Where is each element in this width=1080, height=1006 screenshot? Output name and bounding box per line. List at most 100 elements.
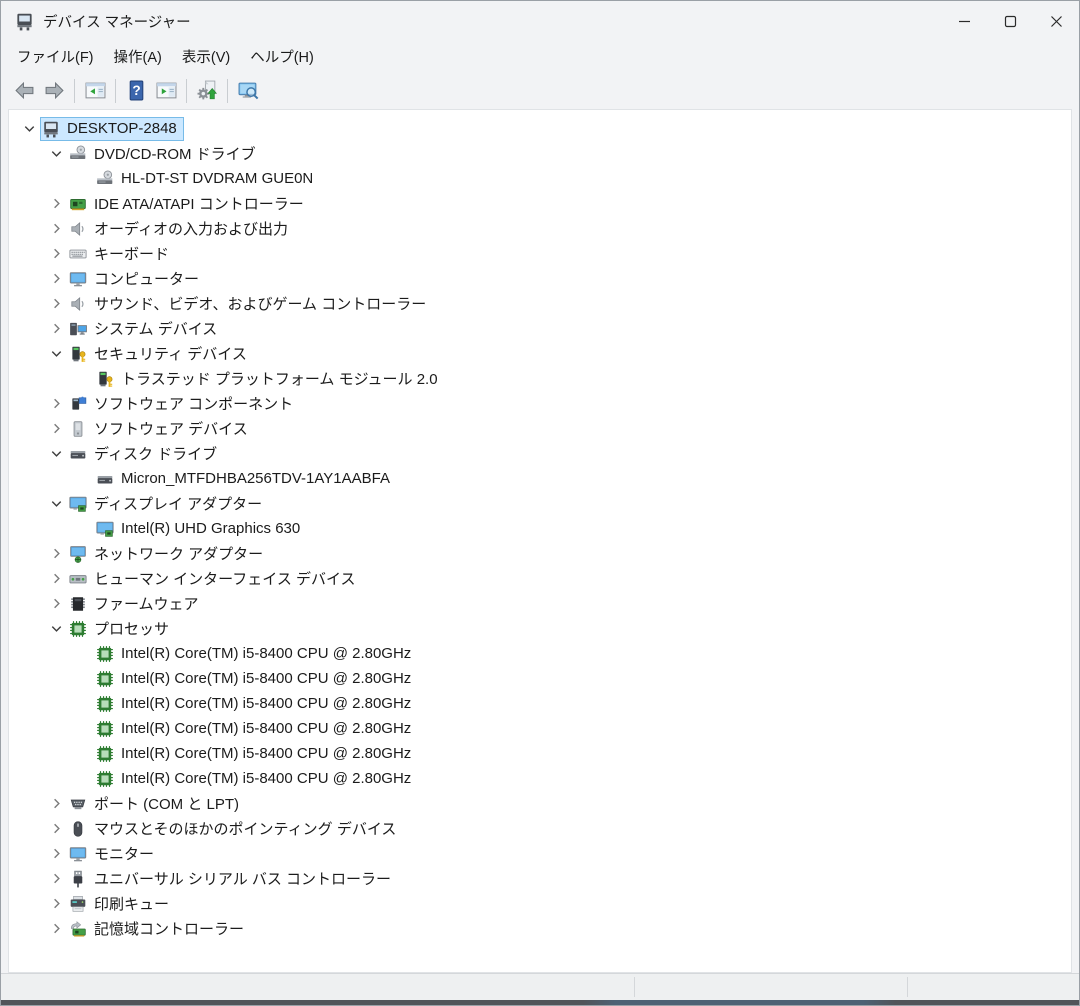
chevron-right-icon[interactable]: [44, 416, 68, 441]
tree-item[interactable]: ディスク ドライブ: [68, 443, 223, 465]
chevron-right-icon[interactable]: [44, 191, 68, 216]
tree-row[interactable]: Intel(R) Core(TM) i5-8400 CPU @ 2.80GHz: [9, 666, 1071, 691]
menu-action[interactable]: 操作(A): [104, 43, 172, 70]
console-tree-button[interactable]: [80, 77, 110, 105]
tree-row[interactable]: ファームウェア: [9, 591, 1071, 616]
chevron-right-icon[interactable]: [44, 566, 68, 591]
chevron-right-icon[interactable]: [44, 216, 68, 241]
tree-row[interactable]: ポート (COM と LPT): [9, 791, 1071, 816]
tree-item[interactable]: マウスとそのほかのポインティング デバイス: [68, 818, 402, 840]
tree-item[interactable]: キーボード: [68, 243, 175, 265]
tree-item[interactable]: トラステッド プラットフォーム モジュール 2.0: [95, 368, 444, 390]
tree-row[interactable]: IDE ATA/ATAPI コントローラー: [9, 191, 1071, 216]
tree-row[interactable]: Intel(R) UHD Graphics 630: [9, 516, 1071, 541]
tree-row[interactable]: Intel(R) Core(TM) i5-8400 CPU @ 2.80GHz: [9, 766, 1071, 791]
tree-row[interactable]: ソフトウェア コンポーネント: [9, 391, 1071, 416]
chevron-down-icon[interactable]: [44, 491, 68, 516]
menu-help[interactable]: ヘルプ(H): [240, 43, 324, 70]
tree-item[interactable]: Intel(R) Core(TM) i5-8400 CPU @ 2.80GHz: [95, 668, 417, 690]
tree-row[interactable]: キーボード: [9, 241, 1071, 266]
tree-item[interactable]: Intel(R) UHD Graphics 630: [95, 518, 306, 540]
chevron-right-icon[interactable]: [44, 866, 68, 891]
tree-row[interactable]: ディスク ドライブ: [9, 441, 1071, 466]
tree-item[interactable]: ユニバーサル シリアル バス コントローラー: [68, 868, 397, 890]
tree-item[interactable]: プロセッサ: [68, 618, 175, 640]
menu-file[interactable]: ファイル(F): [7, 43, 104, 70]
tree-item[interactable]: ソフトウェア コンポーネント: [68, 393, 299, 415]
tree-item[interactable]: サウンド、ビデオ、およびゲーム コントローラー: [68, 293, 432, 315]
chevron-right-icon[interactable]: [44, 841, 68, 866]
chevron-right-icon[interactable]: [44, 591, 68, 616]
tree-item[interactable]: ポート (COM と LPT): [68, 793, 245, 815]
chevron-down-icon[interactable]: [44, 341, 68, 366]
scan-hardware-changes-button[interactable]: [192, 77, 222, 105]
chevron-right-icon[interactable]: [44, 816, 68, 841]
tree-item[interactable]: ファームウェア: [68, 593, 205, 615]
chevron-right-icon[interactable]: [44, 316, 68, 341]
tree-item[interactable]: Intel(R) Core(TM) i5-8400 CPU @ 2.80GHz: [95, 718, 417, 740]
tree-item[interactable]: 記憶域コントローラー: [68, 918, 250, 940]
tree-row[interactable]: サウンド、ビデオ、およびゲーム コントローラー: [9, 291, 1071, 316]
tree-item-selected[interactable]: DESKTOP-2848: [40, 116, 184, 141]
tree-item[interactable]: ソフトウェア デバイス: [68, 418, 254, 440]
tree-row[interactable]: ヒューマン インターフェイス デバイス: [9, 566, 1071, 591]
tree-row[interactable]: ディスプレイ アダプター: [9, 491, 1071, 516]
tree-item[interactable]: ヒューマン インターフェイス デバイス: [68, 568, 362, 590]
tree-item[interactable]: Intel(R) Core(TM) i5-8400 CPU @ 2.80GHz: [95, 743, 417, 765]
tree-row[interactable]: トラステッド プラットフォーム モジュール 2.0: [9, 366, 1071, 391]
tree-item[interactable]: Micron_MTFDHBA256TDV-1AY1AABFA: [95, 468, 396, 490]
tree-row[interactable]: マウスとそのほかのポインティング デバイス: [9, 816, 1071, 841]
maximize-button[interactable]: [987, 1, 1033, 41]
back-button[interactable]: [9, 77, 39, 105]
tree-item[interactable]: Intel(R) Core(TM) i5-8400 CPU @ 2.80GHz: [95, 768, 417, 790]
chevron-right-icon[interactable]: [44, 241, 68, 266]
tree-item[interactable]: ディスプレイ アダプター: [68, 493, 268, 515]
tree-row[interactable]: ユニバーサル シリアル バス コントローラー: [9, 866, 1071, 891]
tree-row[interactable]: Micron_MTFDHBA256TDV-1AY1AABFA: [9, 466, 1071, 491]
tree-item[interactable]: Intel(R) Core(TM) i5-8400 CPU @ 2.80GHz: [95, 693, 417, 715]
tree-item[interactable]: HL-DT-ST DVDRAM GUE0N: [95, 168, 319, 190]
tree-row[interactable]: モニター: [9, 841, 1071, 866]
forward-button[interactable]: [39, 77, 69, 105]
close-button[interactable]: [1033, 1, 1079, 41]
menu-view[interactable]: 表示(V): [172, 43, 240, 70]
tree-item[interactable]: ネットワーク アダプター: [68, 543, 269, 565]
chevron-right-icon[interactable]: [44, 891, 68, 916]
tree-row[interactable]: プロセッサ: [9, 616, 1071, 641]
chevron-right-icon[interactable]: [44, 916, 68, 941]
tree-row[interactable]: Intel(R) Core(TM) i5-8400 CPU @ 2.80GHz: [9, 716, 1071, 741]
tree-row[interactable]: HL-DT-ST DVDRAM GUE0N: [9, 166, 1071, 191]
tree-row[interactable]: セキュリティ デバイス: [9, 341, 1071, 366]
chevron-right-icon[interactable]: [44, 266, 68, 291]
tree-row[interactable]: Intel(R) Core(TM) i5-8400 CPU @ 2.80GHz: [9, 741, 1071, 766]
tree-item[interactable]: システム デバイス: [68, 318, 223, 340]
tree-item[interactable]: オーディオの入力および出力: [68, 218, 294, 240]
tree-row[interactable]: ネットワーク アダプター: [9, 541, 1071, 566]
chevron-down-icon[interactable]: [44, 616, 68, 641]
tree-row[interactable]: Intel(R) Core(TM) i5-8400 CPU @ 2.80GHz: [9, 691, 1071, 716]
chevron-down-icon[interactable]: [44, 141, 68, 166]
chevron-right-icon[interactable]: [44, 291, 68, 316]
chevron-right-icon[interactable]: [44, 541, 68, 566]
minimize-button[interactable]: [941, 1, 987, 41]
tree-row[interactable]: 記憶域コントローラー: [9, 916, 1071, 941]
tree-item[interactable]: 印刷キュー: [68, 893, 175, 915]
help-button[interactable]: ?: [121, 77, 151, 105]
tree-item[interactable]: セキュリティ デバイス: [68, 343, 253, 365]
tree-item[interactable]: モニター: [68, 843, 160, 865]
tree-row[interactable]: システム デバイス: [9, 316, 1071, 341]
chevron-right-icon[interactable]: [44, 791, 68, 816]
tree-row[interactable]: DESKTOP-2848: [9, 116, 1071, 141]
tree-item[interactable]: DVD/CD-ROM ドライブ: [68, 143, 262, 165]
tree-item[interactable]: IDE ATA/ATAPI コントローラー: [68, 193, 310, 215]
chevron-right-icon[interactable]: [44, 391, 68, 416]
tree-item[interactable]: コンピューター: [68, 268, 205, 290]
tree-item[interactable]: Intel(R) Core(TM) i5-8400 CPU @ 2.80GHz: [95, 643, 417, 665]
chevron-down-icon[interactable]: [44, 441, 68, 466]
tree-row[interactable]: Intel(R) Core(TM) i5-8400 CPU @ 2.80GHz: [9, 641, 1071, 666]
tree-row[interactable]: 印刷キュー: [9, 891, 1071, 916]
tree-row[interactable]: オーディオの入力および出力: [9, 216, 1071, 241]
chevron-down-icon[interactable]: [17, 116, 41, 141]
tree-row[interactable]: DVD/CD-ROM ドライブ: [9, 141, 1071, 166]
tree-row[interactable]: コンピューター: [9, 266, 1071, 291]
